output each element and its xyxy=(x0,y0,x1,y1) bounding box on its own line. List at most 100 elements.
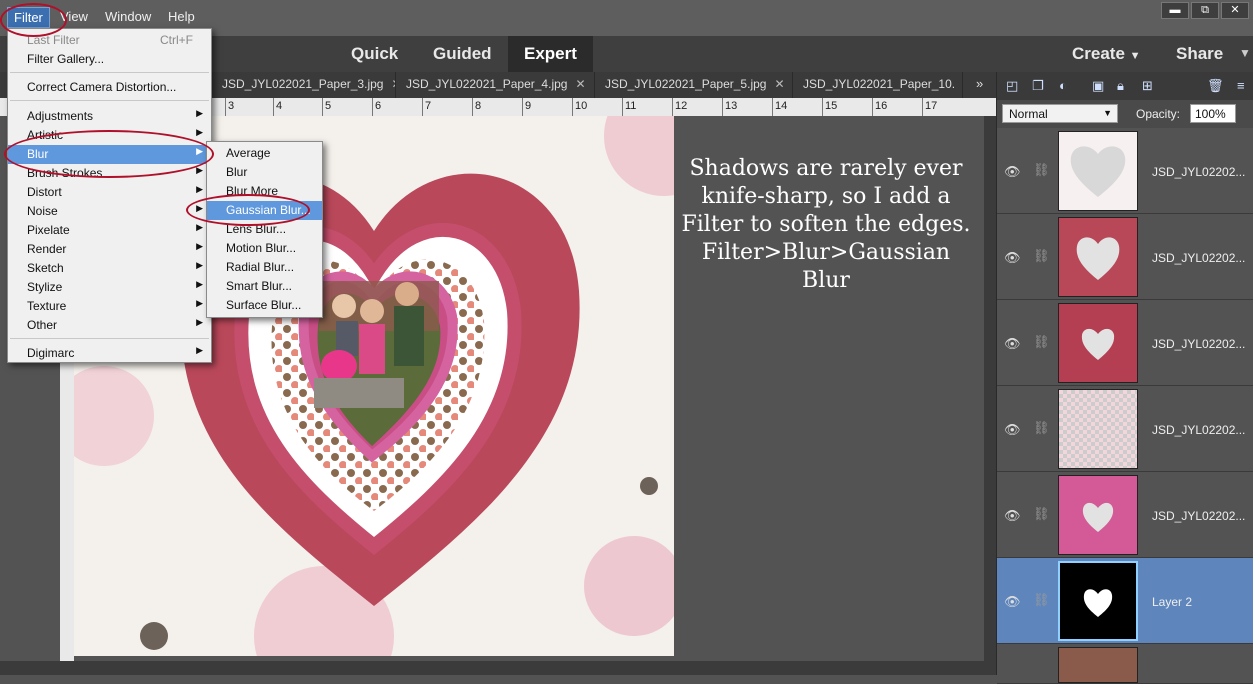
tab-document[interactable]: JSD_JYL022021_Paper_10. xyxy=(793,72,963,98)
layer-thumbnail xyxy=(1058,475,1138,555)
eye-icon[interactable]: 👁︎ xyxy=(1004,508,1021,524)
adjustment-layer-icon[interactable]: ◐ xyxy=(1059,78,1073,93)
chevron-right-icon: ▶ xyxy=(196,260,203,270)
close-icon[interactable]: ✕ xyxy=(575,77,585,91)
menu-divider xyxy=(10,72,209,73)
submenu-item-smart-blur[interactable]: Smart Blur... xyxy=(207,277,322,296)
menu-item-label: Distort xyxy=(27,185,62,199)
minimize-icon[interactable]: ▬ xyxy=(1161,2,1189,19)
chevron-right-icon: ▶ xyxy=(196,279,203,289)
submenu-item-motion-blur[interactable]: Motion Blur... xyxy=(207,239,322,258)
mode-guided[interactable]: Guided xyxy=(433,44,492,64)
chevron-right-icon: ▶ xyxy=(196,345,203,355)
menu-item-distort[interactable]: Distort ▶ xyxy=(8,183,211,202)
layer-thumbnail xyxy=(1058,389,1138,469)
group-layers-icon[interactable]: ❐ xyxy=(1032,78,1046,93)
tab-document[interactable]: JSD_JYL022021_Paper_4.jpg ✕ xyxy=(396,72,595,98)
menu-divider xyxy=(10,338,209,339)
layer-row-selected[interactable]: 👁︎ ⛓︎ Layer 2 xyxy=(997,558,1253,644)
layer-mask-icon[interactable]: ▣ xyxy=(1092,78,1106,93)
tab-document[interactable]: JSD_JYL022021_Paper_5.jpg ✕ xyxy=(595,72,793,98)
link-icon[interactable]: ⛓︎ xyxy=(1033,506,1050,522)
menu-item-label: Other xyxy=(27,318,58,332)
tab-document[interactable]: JSD_JYL022021_Paper_3.jpg✕ xyxy=(212,72,396,98)
eye-icon[interactable]: 👁︎ xyxy=(1004,336,1021,352)
submenu-item-average[interactable]: Average xyxy=(207,144,322,163)
menu-item-pixelate[interactable]: Pixelate ▶ xyxy=(8,221,211,240)
menu-item-digimarc[interactable]: Digimarc ▶ xyxy=(8,344,211,363)
menu-item-adjustments[interactable]: Adjustments ▶ xyxy=(8,107,211,126)
share-button[interactable]: Share xyxy=(1176,44,1223,64)
chevron-down-icon: ▼ xyxy=(1129,50,1141,62)
menu-item-label: Render xyxy=(27,242,67,256)
layer-thumbnail xyxy=(1058,303,1138,383)
ruler-mark: 4 xyxy=(276,100,283,112)
chevron-right-icon: ▶ xyxy=(196,241,203,251)
layer-row[interactable]: 👁︎ ⛓︎ JSD_JYL02202... xyxy=(997,472,1253,558)
ruler-mark: 6 xyxy=(375,100,382,112)
horizontal-scrollbar[interactable] xyxy=(0,661,996,675)
close-icon[interactable]: ✕ xyxy=(1221,2,1249,19)
new-layer-icon[interactable]: ◰ xyxy=(1006,78,1020,93)
create-label: Create xyxy=(1072,44,1125,63)
tabs-overflow-icon[interactable]: » xyxy=(976,76,983,91)
chevron-down-icon[interactable]: ▼ xyxy=(1239,46,1251,60)
link-icon[interactable]: ⛓︎ xyxy=(1033,162,1050,178)
highlight-ring xyxy=(186,194,310,226)
menu-item-label: Stylize xyxy=(27,280,63,294)
chevron-right-icon: ▶ xyxy=(196,108,203,118)
ruler-mark: 11 xyxy=(625,100,637,112)
ruler-mark: 12 xyxy=(675,100,688,112)
menu-divider xyxy=(10,100,209,101)
eye-icon[interactable]: 👁︎ xyxy=(1004,422,1021,438)
filter-menu: Last Filter Ctrl+F Filter Gallery... Corr… xyxy=(7,28,212,363)
link-icon[interactable]: ⛓︎ xyxy=(1033,592,1050,608)
link-icon[interactable]: ⛓︎ xyxy=(1033,334,1050,350)
blend-mode-select[interactable]: Normal ▼ xyxy=(1002,104,1118,123)
lock-transparent-icon[interactable]: ⊞ xyxy=(1142,78,1156,93)
menu-item-label: Noise xyxy=(27,204,58,218)
panel-menu-icon[interactable]: ≡ xyxy=(1237,78,1251,93)
menu-item-filter-gallery[interactable]: Filter Gallery... xyxy=(8,50,211,69)
mode-expert[interactable]: Expert xyxy=(508,36,593,72)
menu-item-render[interactable]: Render ▶ xyxy=(8,240,211,259)
menu-help[interactable]: Help xyxy=(168,9,195,24)
create-button[interactable]: Create ▼ xyxy=(1072,44,1141,64)
layer-row[interactable]: 👁︎ ⛓︎ JSD_JYL02202... xyxy=(997,386,1253,472)
opacity-input[interactable]: 100% xyxy=(1190,104,1236,123)
layer-thumbnail xyxy=(1058,217,1138,297)
eye-icon[interactable]: 👁︎ xyxy=(1004,594,1021,610)
layer-row[interactable] xyxy=(997,644,1253,684)
submenu-item-surface-blur[interactable]: Surface Blur... xyxy=(207,296,322,315)
layer-thumbnail xyxy=(1058,647,1138,683)
menu-item-sketch[interactable]: Sketch ▶ xyxy=(8,259,211,278)
restore-icon[interactable]: ⧉ xyxy=(1191,2,1219,19)
close-icon[interactable]: ✕ xyxy=(774,77,784,91)
link-icon[interactable]: ⛓︎ xyxy=(1033,248,1050,264)
layer-row[interactable]: 👁︎ ⛓︎ JSD_JYL02202... xyxy=(997,128,1253,214)
chevron-right-icon: ▶ xyxy=(196,317,203,327)
menu-item-correct-camera-distortion[interactable]: Correct Camera Distortion... xyxy=(8,78,211,97)
blur-submenu: Average Blur Blur More Gaussian Blur... … xyxy=(206,141,323,318)
window-controls: ▬ ⧉ ✕ xyxy=(1161,2,1249,19)
eye-icon[interactable]: 👁︎ xyxy=(1004,164,1021,180)
mode-quick[interactable]: Quick xyxy=(351,44,398,64)
chevron-right-icon: ▶ xyxy=(196,184,203,194)
link-icon[interactable]: ⛓︎ xyxy=(1033,420,1050,436)
menu-window[interactable]: Window xyxy=(105,9,151,24)
menu-item-stylize[interactable]: Stylize ▶ xyxy=(8,278,211,297)
menu-item-texture[interactable]: Texture ▶ xyxy=(8,297,211,316)
trash-icon[interactable]: 🗑︎ xyxy=(1207,78,1224,93)
vertical-scrollbar[interactable] xyxy=(984,116,996,661)
eye-icon[interactable]: 👁︎ xyxy=(1004,250,1021,266)
submenu-item-blur[interactable]: Blur xyxy=(207,163,322,182)
layer-row[interactable]: 👁︎ ⛓︎ JSD_JYL02202... xyxy=(997,214,1253,300)
ruler-mark: 13 xyxy=(725,100,738,112)
layer-row[interactable]: 👁︎ ⛓︎ JSD_JYL02202... xyxy=(997,300,1253,386)
blend-mode-value: Normal xyxy=(1009,107,1048,121)
lock-icon[interactable]: 🔒︎ xyxy=(1117,78,1131,93)
menu-item-noise[interactable]: Noise ▶ xyxy=(8,202,211,221)
layer-name: JSD_JYL02202... xyxy=(1152,337,1246,351)
menu-item-other[interactable]: Other ▶ xyxy=(8,316,211,335)
submenu-item-radial-blur[interactable]: Radial Blur... xyxy=(207,258,322,277)
